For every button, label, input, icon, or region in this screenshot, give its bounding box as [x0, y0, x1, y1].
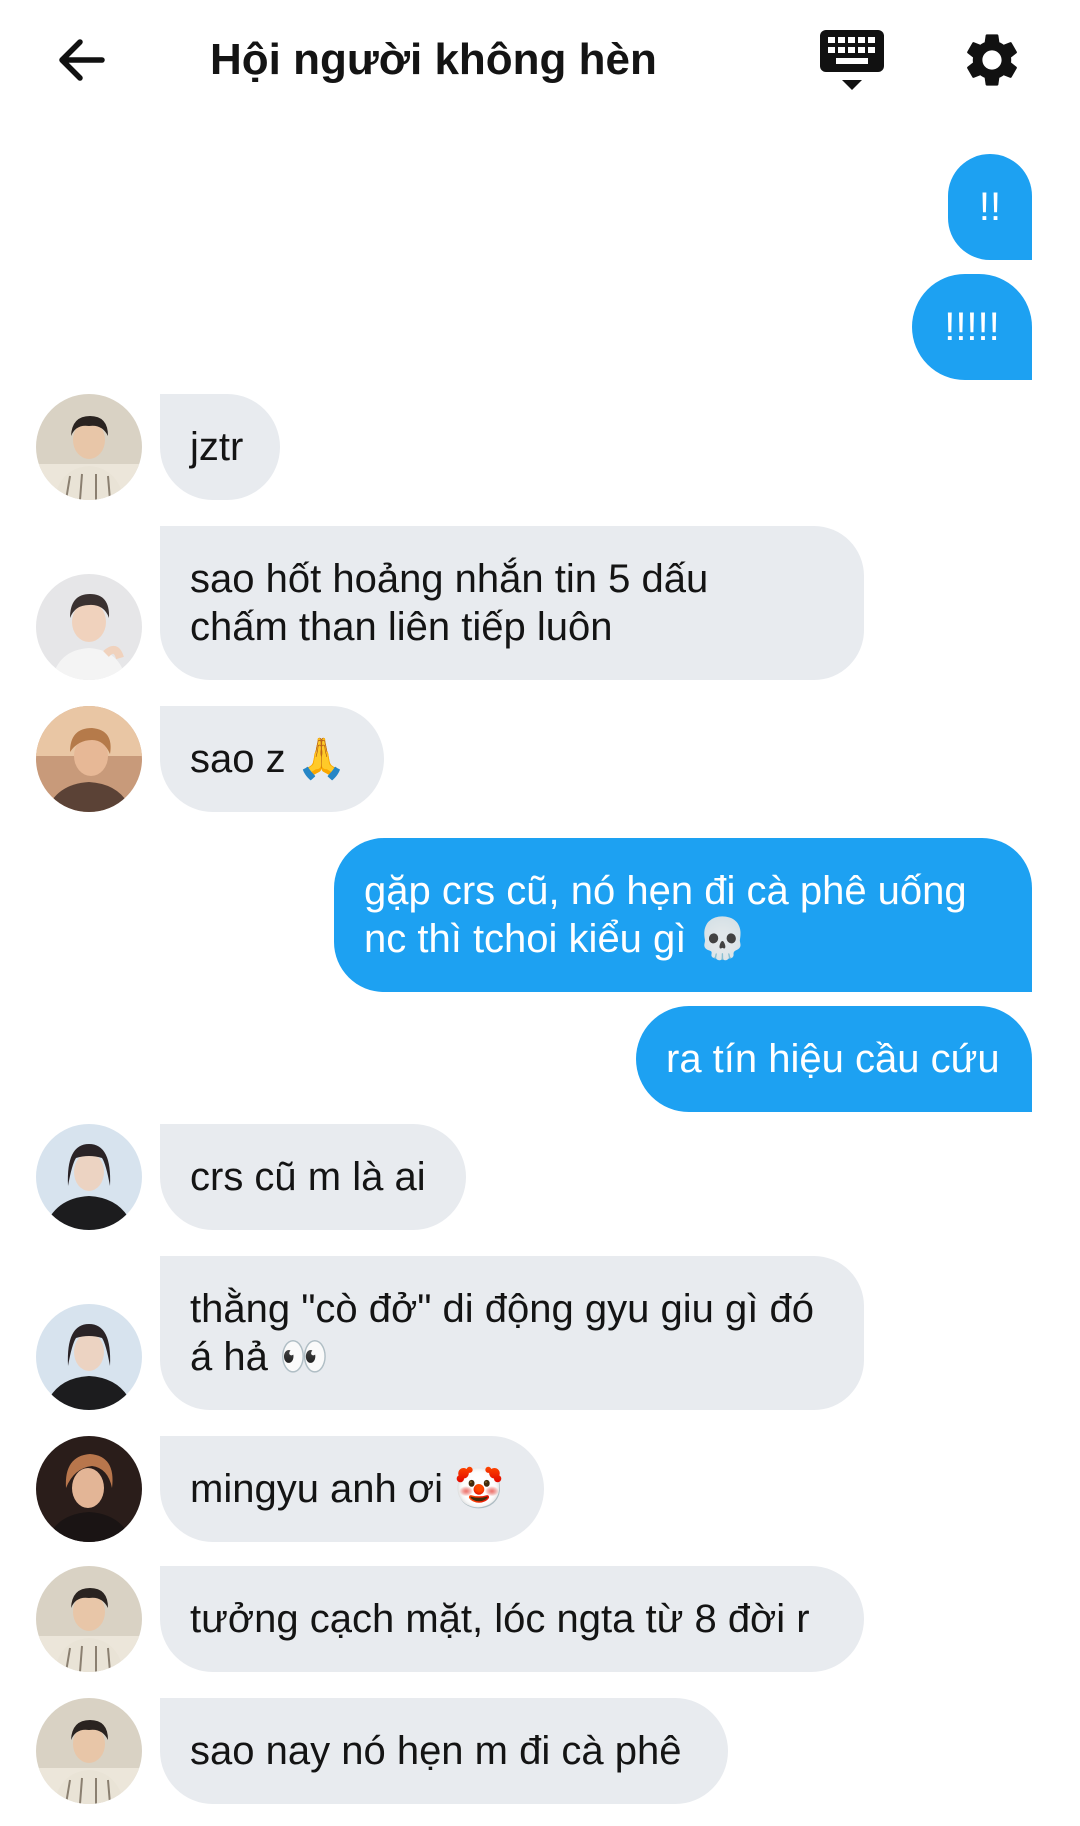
incoming-message[interactable]: sao nay nó hẹn m đi cà phê — [160, 1698, 728, 1804]
incoming-message[interactable]: sao hốt hoảng nhắn tin 5 dấu chấm than l… — [160, 526, 864, 680]
avatar[interactable] — [36, 574, 142, 680]
incoming-message[interactable]: sao z 🙏 — [160, 706, 384, 812]
incoming-message[interactable]: crs cũ m là ai — [160, 1124, 466, 1230]
outgoing-message[interactable]: ra tín hiệu cầu cứu — [636, 1006, 1032, 1112]
avatar[interactable] — [36, 1436, 142, 1542]
avatar[interactable] — [36, 706, 142, 812]
message-list[interactable]: !! !!!!! jztr sao hốt hoảng nhắn tin 5 d… — [0, 0, 1080, 1826]
incoming-message[interactable]: thằng "cò đở" di động gyu giu gì đó á hả… — [160, 1256, 864, 1410]
outgoing-message[interactable]: gặp crs cũ, nó hẹn đi cà phê uống nc thì… — [334, 838, 1032, 992]
avatar[interactable] — [36, 1698, 142, 1804]
avatar[interactable] — [36, 1304, 142, 1410]
outgoing-message[interactable]: !!!!! — [912, 274, 1032, 380]
incoming-message[interactable]: jztr — [160, 394, 280, 500]
avatar[interactable] — [36, 394, 142, 500]
outgoing-message[interactable]: !! — [948, 154, 1032, 260]
avatar[interactable] — [36, 1124, 142, 1230]
incoming-message[interactable]: tưởng cạch mặt, lóc ngta từ 8 đời r — [160, 1566, 864, 1672]
avatar[interactable] — [36, 1566, 142, 1672]
incoming-message[interactable]: mingyu anh ơi 🤡 — [160, 1436, 544, 1542]
